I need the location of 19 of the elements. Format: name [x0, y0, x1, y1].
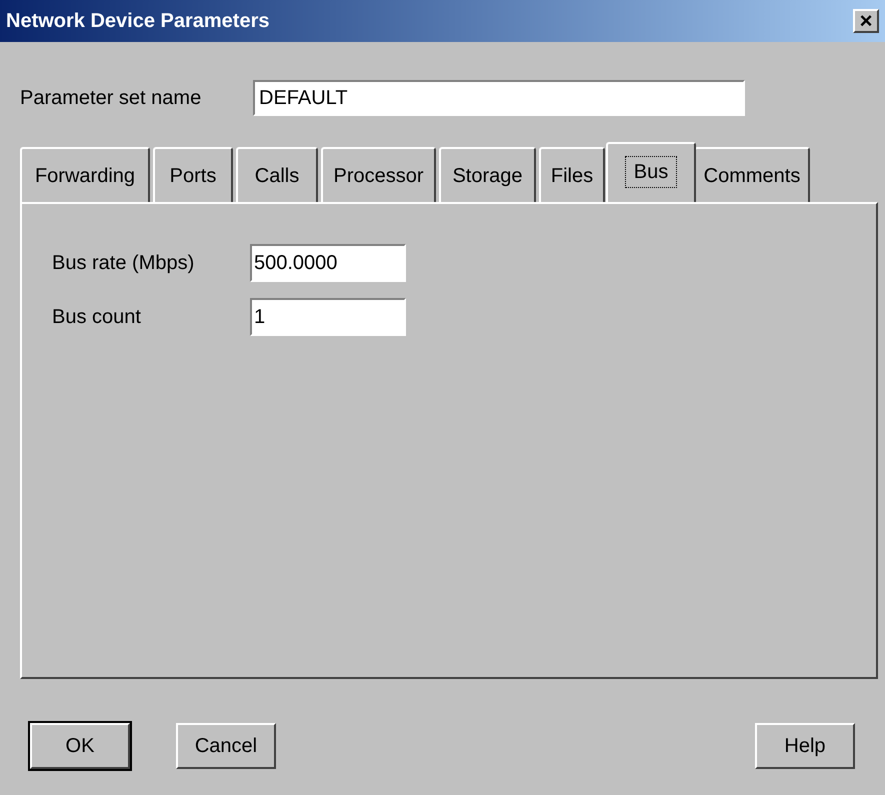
tab[interactable]: Files	[539, 147, 605, 202]
tab[interactable]: Ports	[153, 147, 233, 202]
window-title: Network Device Parameters	[6, 9, 270, 34]
parameter-set-label: Parameter set name	[20, 86, 202, 111]
parameter-set-field[interactable]: DEFAULT	[253, 80, 745, 116]
field-label: Bus count	[52, 305, 142, 330]
dialog-button[interactable]: OK	[30, 723, 130, 769]
tab[interactable]: Comments	[694, 147, 810, 202]
close-button[interactable]: ×	[853, 9, 879, 33]
dialog-button[interactable]: Help	[755, 723, 855, 769]
tab[interactable]: Processor	[321, 147, 436, 202]
tab[interactable]: Storage	[439, 147, 536, 202]
field-label: Bus rate (Mbps)	[52, 251, 196, 276]
tab[interactable]: Calls	[236, 147, 318, 202]
tab[interactable]: Forwarding	[20, 147, 150, 202]
input-field[interactable]: 500.0000	[250, 244, 406, 282]
input-field[interactable]: 1	[250, 298, 406, 336]
dialog-button[interactable]: Cancel	[176, 723, 276, 769]
tab[interactable]: Bus	[606, 142, 696, 202]
